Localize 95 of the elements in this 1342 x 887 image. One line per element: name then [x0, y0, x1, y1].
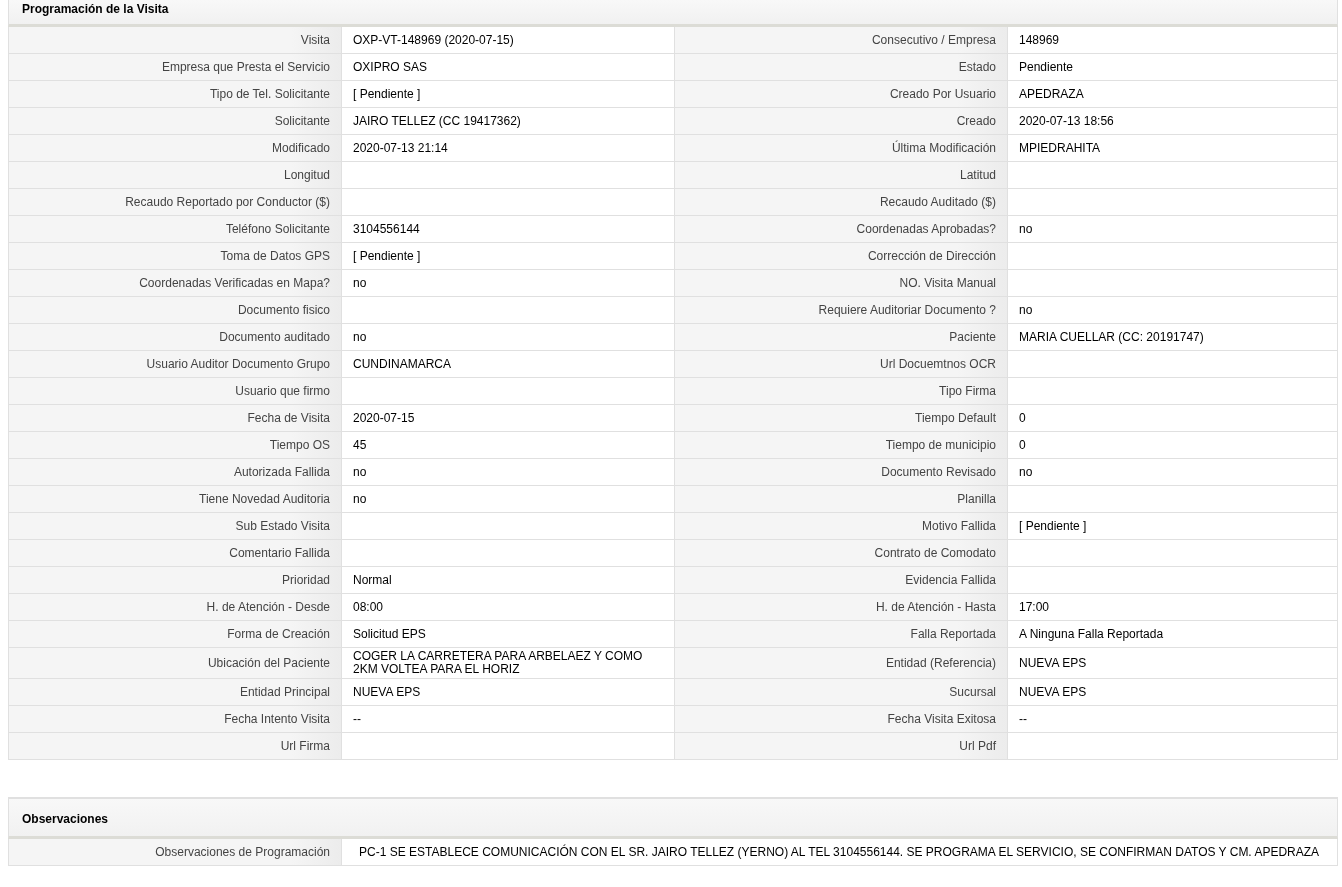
- field-label: Documento auditado: [9, 324, 342, 351]
- field-value: A Ninguna Falla Reportada: [1008, 621, 1338, 648]
- field-value: no: [342, 459, 675, 486]
- field-label: Url Docuemtnos OCR: [675, 351, 1008, 378]
- field-label: Entidad Principal: [9, 679, 342, 706]
- field-label: Evidencia Fallida: [675, 567, 1008, 594]
- field-value: NUEVA EPS: [342, 679, 675, 706]
- field-label: Usuario que firmo: [9, 378, 342, 405]
- field-label: Tiempo OS: [9, 432, 342, 459]
- field-label: Coordenadas Verificadas en Mapa?: [9, 270, 342, 297]
- field-label: Prioridad: [9, 567, 342, 594]
- field-label: Planilla: [675, 486, 1008, 513]
- field-label: Contrato de Comodato: [675, 540, 1008, 567]
- field-value: Pendiente: [1008, 54, 1338, 81]
- field-label: Teléfono Solicitante: [9, 216, 342, 243]
- field-label: Url Firma: [9, 733, 342, 760]
- field-label: Fecha Visita Exitosa: [675, 706, 1008, 733]
- field-value: 17:00: [1008, 594, 1338, 621]
- field-label: Fecha Intento Visita: [9, 706, 342, 733]
- field-value: NUEVA EPS: [1008, 679, 1338, 706]
- field-value: 2020-07-13 18:56: [1008, 108, 1338, 135]
- field-label: Ubicación del Paciente: [9, 648, 342, 679]
- field-label: Modificado: [9, 135, 342, 162]
- field-label: Consecutivo / Empresa: [675, 27, 1008, 54]
- field-label: Observaciones de Programación: [9, 839, 342, 866]
- field-label: Falla Reportada: [675, 621, 1008, 648]
- field-value: no: [1008, 297, 1338, 324]
- field-label: Creado: [675, 108, 1008, 135]
- field-label: Url Pdf: [675, 733, 1008, 760]
- field-label: Sub Estado Visita: [9, 513, 342, 540]
- field-label: Tiempo Default: [675, 405, 1008, 432]
- field-label: Solicitante: [9, 108, 342, 135]
- field-label: Recaudo Reportado por Conductor ($): [9, 189, 342, 216]
- field-value: no: [1008, 216, 1338, 243]
- field-value: OXIPRO SAS: [342, 54, 675, 81]
- section-header: Programación de la Visita: [8, 0, 1338, 27]
- field-label: Usuario Auditor Documento Grupo: [9, 351, 342, 378]
- field-value: NUEVA EPS: [1008, 648, 1338, 679]
- field-label: Recaudo Auditado ($): [675, 189, 1008, 216]
- field-label: NO. Visita Manual: [675, 270, 1008, 297]
- field-label: Última Modificación: [675, 135, 1008, 162]
- field-label: H. de Atención - Hasta: [675, 594, 1008, 621]
- field-value: PC-1 SE ESTABLECE COMUNICACIÓN CON EL SR. JAIRO TELLEZ (YERNO) AL TEL 3104556144. SE PROGRAMA EL SERVICIO, SE CONFIRMAN DATOS Y CM. APEDRAZA: [342, 839, 1338, 866]
- field-label: Empresa que Presta el Servicio: [9, 54, 342, 81]
- field-value: MPIEDRAHITA: [1008, 135, 1338, 162]
- field-label: Latitud: [675, 162, 1008, 189]
- field-value: no: [342, 486, 675, 513]
- field-value: MARIA CUELLAR (CC: 20191747): [1008, 324, 1338, 351]
- field-label: Creado Por Usuario: [675, 81, 1008, 108]
- field-value: CUNDINAMARCA: [342, 351, 675, 378]
- field-label: Tiene Novedad Auditoria: [9, 486, 342, 513]
- field-label: Entidad (Referencia): [675, 648, 1008, 679]
- field-label: Paciente: [675, 324, 1008, 351]
- field-label: Toma de Datos GPS: [9, 243, 342, 270]
- field-value: 0: [1008, 432, 1338, 459]
- field-label: Comentario Fallida: [9, 540, 342, 567]
- field-value: APEDRAZA: [1008, 81, 1338, 108]
- field-value: 2020-07-13 21:14: [342, 135, 675, 162]
- field-value: [ Pendiente ]: [342, 243, 675, 270]
- field-label: Autorizada Fallida: [9, 459, 342, 486]
- field-value: no: [342, 324, 675, 351]
- field-value: Normal: [342, 567, 675, 594]
- field-value: 148969: [1008, 27, 1338, 54]
- section-header: Observaciones: [8, 797, 1338, 839]
- field-label: Corrección de Dirección: [675, 243, 1008, 270]
- field-value: --: [1008, 706, 1338, 733]
- field-value: COGER LA CARRETERA PARA ARBELAEZ Y COMO 2KM VOLTEA PARA EL HORIZ: [342, 648, 675, 679]
- field-value: [ Pendiente ]: [342, 81, 675, 108]
- field-value: 0: [1008, 405, 1338, 432]
- field-label: H. de Atención - Desde: [9, 594, 342, 621]
- field-label: Fecha de Visita: [9, 405, 342, 432]
- field-label: Longitud: [9, 162, 342, 189]
- field-label: Tiempo de municipio: [675, 432, 1008, 459]
- field-label: Documento fisico: [9, 297, 342, 324]
- field-label: Motivo Fallida: [675, 513, 1008, 540]
- field-label: Forma de Creación: [9, 621, 342, 648]
- field-value: --: [342, 706, 675, 733]
- field-label: Estado: [675, 54, 1008, 81]
- field-value: Solicitud EPS: [342, 621, 675, 648]
- field-value: 3104556144: [342, 216, 675, 243]
- field-label: Visita: [9, 27, 342, 54]
- field-label: Sucursal: [675, 679, 1008, 706]
- field-label: Tipo Firma: [675, 378, 1008, 405]
- field-value: 08:00: [342, 594, 675, 621]
- field-value: 45: [342, 432, 675, 459]
- field-label: Coordenadas Aprobadas?: [675, 216, 1008, 243]
- field-value: [ Pendiente ]: [1008, 513, 1338, 540]
- field-value: JAIRO TELLEZ (CC 19417362): [342, 108, 675, 135]
- field-value: no: [1008, 459, 1338, 486]
- field-value: OXP-VT-148969 (2020-07-15): [342, 27, 675, 54]
- field-label: Documento Revisado: [675, 459, 1008, 486]
- field-label: Requiere Auditoriar Documento ?: [675, 297, 1008, 324]
- field-value: no: [342, 270, 675, 297]
- field-label: Tipo de Tel. Solicitante: [9, 81, 342, 108]
- field-value: 2020-07-15: [342, 405, 675, 432]
